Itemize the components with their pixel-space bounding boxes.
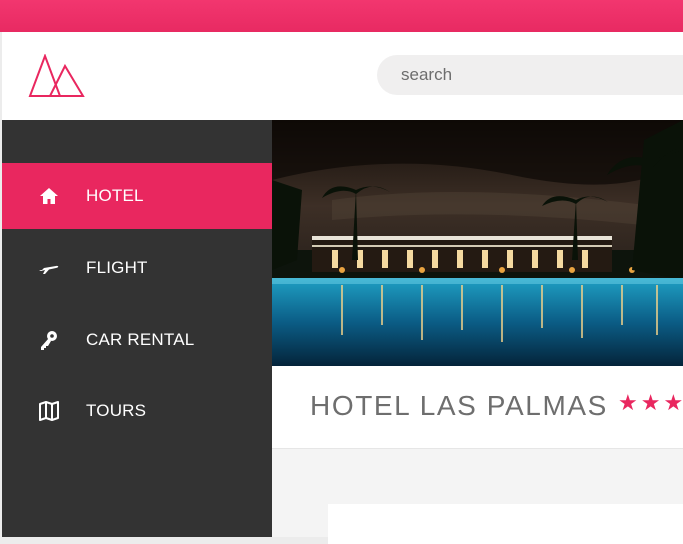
content-card [328, 504, 683, 544]
search-input[interactable]: search [377, 55, 683, 95]
sidebar: HOTEL FLIGHT CAR RENTAL TOURS [2, 120, 272, 537]
header: search [2, 32, 683, 120]
nav-item-flight[interactable]: FLIGHT [2, 235, 272, 301]
nav-label-car-rental: CAR RENTAL [86, 330, 195, 349]
nav-item-car-rental[interactable]: CAR RENTAL [2, 307, 272, 373]
nav-label-hotel: HOTEL [86, 186, 144, 205]
search-placeholder: search [401, 65, 453, 84]
nav-label-flight: FLIGHT [86, 258, 148, 277]
mountain-logo-icon[interactable] [28, 54, 86, 98]
top-accent-bar [0, 0, 683, 32]
nav-item-tours[interactable]: TOURS [2, 378, 272, 444]
hotel-rating-stars: ★★★ [618, 390, 683, 415]
nav-item-hotel[interactable]: HOTEL [2, 163, 272, 229]
hotel-content: HOTEL LAS PALMAS ★★★ [272, 366, 683, 544]
hotel-name: HOTEL LAS PALMAS [310, 390, 608, 421]
key-icon [41, 331, 57, 350]
hotel-hero-image [272, 120, 683, 366]
plane-icon [39, 265, 59, 274]
map-icon [39, 401, 59, 421]
hotel-title-bar: HOTEL LAS PALMAS ★★★ [272, 366, 683, 449]
home-icon [40, 188, 58, 204]
nav-label-tours: TOURS [86, 401, 147, 420]
